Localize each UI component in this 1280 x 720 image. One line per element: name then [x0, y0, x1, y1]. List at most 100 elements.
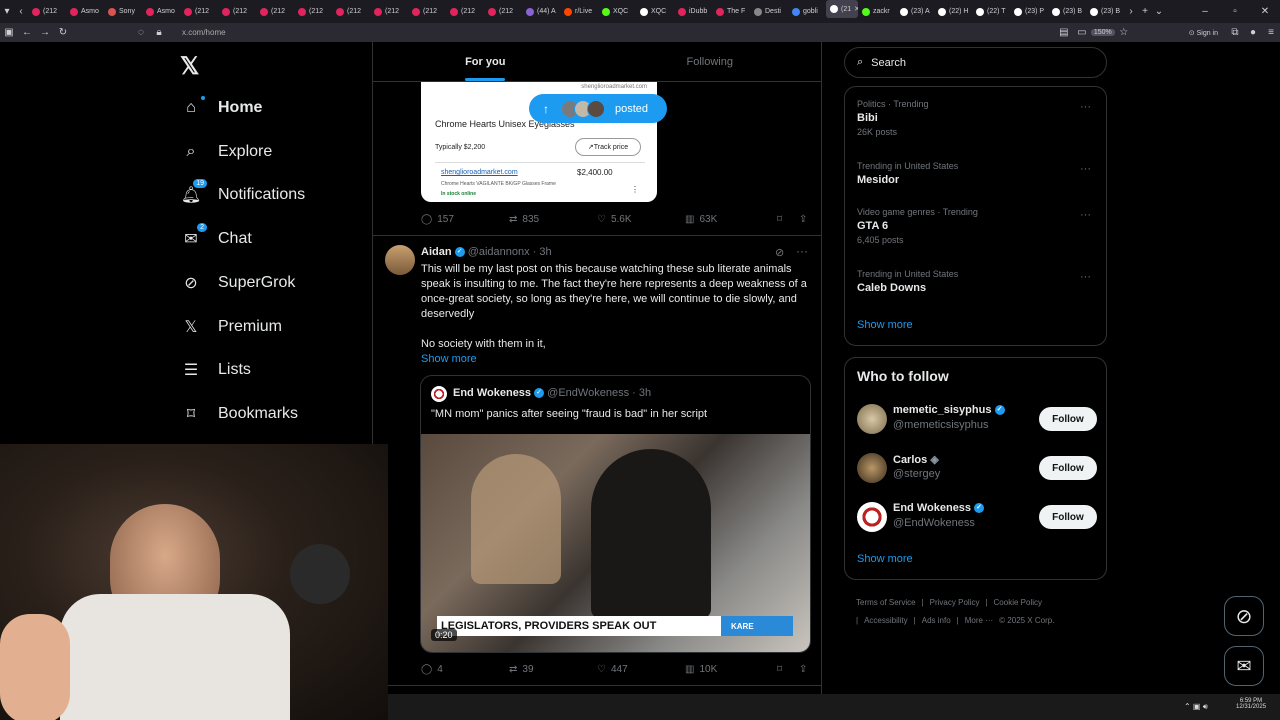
follow-button[interactable]: Follow [1039, 407, 1097, 431]
nav-item-bookmarks[interactable]: ⌑ Bookmarks [180, 403, 298, 425]
footer-link[interactable]: Privacy Policy [930, 598, 980, 607]
footer-link[interactable]: Cookie Policy [994, 598, 1042, 607]
browser-tab[interactable]: (212 [446, 0, 484, 23]
bookmark-button[interactable]: ⌑ [777, 214, 799, 225]
repost-button[interactable]: ⇄ 39 [509, 664, 597, 675]
browser-tab[interactable]: (212 [332, 0, 370, 23]
browser-tab[interactable]: (212 [28, 0, 66, 23]
browser-tab[interactable]: (212 [180, 0, 218, 23]
more-options-icon[interactable]: ··· [1080, 209, 1091, 221]
trend-item[interactable]: Trending in United States Caleb Downs ··· [857, 269, 1097, 294]
views-button[interactable]: ▥ 10K [685, 664, 777, 675]
follow-suggestion[interactable]: Carlos ◈ @stergey Follow [857, 451, 1097, 485]
follow-suggestion[interactable]: End Wokeness ✓ @EndWokeness Follow [857, 500, 1097, 534]
browser-tab[interactable]: (23) A [896, 0, 934, 23]
footer-link[interactable]: Terms of Service [856, 598, 916, 607]
tray-icons[interactable]: ⌃ ▣ 🔊︎ [1184, 702, 1208, 712]
shop-site-link[interactable]: shenglioroadmarket.com [441, 169, 518, 176]
author-handle[interactable]: @aidannonx [468, 246, 530, 258]
sidebar-toggle-icon[interactable]: ▣ [0, 27, 18, 38]
zoom-level[interactable]: 150% [1090, 29, 1115, 36]
share-button[interactable]: ⇪ [799, 214, 807, 225]
share-button[interactable]: ⇪ [799, 664, 807, 675]
minimize-icon[interactable]: – [1190, 0, 1220, 23]
reply-button[interactable]: ◯ 157 [421, 214, 509, 225]
menu-icon[interactable]: ≡ [1262, 27, 1280, 38]
more-options-icon[interactable]: ··· [1080, 101, 1091, 113]
account-name[interactable]: memetic_sisyphus ✓ [893, 404, 1005, 416]
new-posts-pill[interactable]: ↑ posted [529, 94, 667, 123]
account-name[interactable]: Carlos ◈ [893, 453, 939, 466]
browser-tab[interactable]: Asmo [66, 0, 104, 23]
browser-tab[interactable]: (23) B [1048, 0, 1086, 23]
browser-tab[interactable]: (212 [218, 0, 256, 23]
footer-link[interactable]: Accessibility [864, 616, 908, 625]
bookmark-star-icon[interactable]: ☆ [1115, 27, 1133, 38]
browser-tab[interactable]: (23) B [1086, 0, 1124, 23]
who-to-follow-show-more[interactable]: Show more [857, 553, 913, 565]
avatar[interactable] [857, 404, 887, 434]
close-window-icon[interactable]: ✕ [1250, 0, 1280, 23]
show-more-link[interactable]: Show more [421, 352, 477, 367]
browser-tab[interactable]: (44) A [522, 0, 560, 23]
nav-item-supergrok[interactable]: ⊘ SuperGrok [180, 272, 295, 294]
trends-show-more[interactable]: Show more [857, 319, 913, 331]
browser-tab[interactable]: Sony [104, 0, 142, 23]
footer-link[interactable]: More ··· [965, 616, 993, 625]
x-logo-icon[interactable]: 𝕏 [180, 52, 199, 81]
nav-item-home[interactable]: ⌂ Home [180, 95, 262, 119]
browser-tab[interactable]: (212 [294, 0, 332, 23]
browser-tab[interactable]: (22) T [972, 0, 1010, 23]
nav-item-premium[interactable]: 𝕏 Premium [180, 316, 282, 338]
maximize-icon[interactable]: ▫ [1220, 0, 1250, 23]
browser-tab[interactable]: The F [712, 0, 750, 23]
follow-button[interactable]: Follow [1039, 505, 1097, 529]
scroll-right-icon[interactable]: › [1124, 0, 1138, 23]
bookmark-button[interactable]: ⌑ [777, 664, 799, 675]
footer-link[interactable]: Ads info [922, 616, 951, 625]
grok-float-button[interactable]: ⊘ [1224, 596, 1264, 636]
browser-tab[interactable]: (23) P [1010, 0, 1048, 23]
browser-tab[interactable]: XQC [598, 0, 636, 23]
grok-icon[interactable]: ⊘ [775, 246, 784, 259]
video-player[interactable]: LEGISLATORS, PROVIDERS SPEAK OUT KARE 0:… [421, 434, 810, 652]
clock[interactable]: 6:59 PM 12/31/2025 [1236, 698, 1266, 710]
browser-tab[interactable]: (212 [370, 0, 408, 23]
extension-icon[interactable]: ● [1244, 27, 1262, 38]
follow-suggestion[interactable]: memetic_sisyphus ✓ @memeticsisyphus Follow [857, 402, 1097, 436]
browser-tab[interactable]: (212 [408, 0, 446, 23]
account-name[interactable]: End Wokeness ✓ [893, 502, 985, 514]
url-text[interactable]: x.com/home [182, 28, 226, 37]
trend-item[interactable]: Trending in United States Mesidor ··· [857, 161, 1097, 186]
tweet-time[interactable]: · 3h [533, 246, 552, 258]
new-tab-icon[interactable]: + [1138, 0, 1152, 23]
browser-tab[interactable]: iDubb [674, 0, 712, 23]
trend-item[interactable]: Video game genres · Trending GTA 6 6,405 p… [857, 207, 1097, 245]
browser-tab[interactable]: (21 ✕ [826, 0, 858, 18]
browser-tab[interactable]: (22) H [934, 0, 972, 23]
nav-item-notifications[interactable]: 🔔︎ 19 Notifications [180, 178, 305, 206]
author-name[interactable]: Aidan [421, 246, 452, 258]
shield-icon[interactable]: ◌ [132, 27, 150, 38]
browser-tab[interactable]: (212 [256, 0, 294, 23]
back-icon[interactable]: ← [18, 27, 36, 38]
messages-float-button[interactable]: ✉ [1224, 646, 1264, 686]
reader-icon[interactable]: ▤ [1055, 27, 1073, 38]
avatar[interactable] [857, 502, 887, 532]
tab-overflow-icon[interactable]: ⌄ [1152, 0, 1166, 23]
reply-button[interactable]: ◯ 4 [421, 664, 509, 675]
more-options-icon[interactable]: ··· [1080, 271, 1091, 283]
sign-in-button[interactable]: ⊙ Sign in [1189, 29, 1218, 37]
more-options-icon[interactable]: ··· [1080, 163, 1091, 175]
browser-tab[interactable]: gobli [788, 0, 826, 23]
reload-icon[interactable]: ↻ [54, 27, 72, 38]
quoted-tweet[interactable]: End Wokeness ✓ @EndWokeness · 3h "MN mom… [420, 375, 811, 653]
browser-tab[interactable]: r/Live [560, 0, 598, 23]
nav-item-chat[interactable]: ✉ 2 Chat [180, 222, 252, 250]
avatar[interactable] [857, 453, 887, 483]
more-icon[interactable]: ⋮ [631, 185, 639, 194]
trend-item[interactable]: Politics · Trending Bibi 26K posts ··· [857, 99, 1097, 137]
extensions-icon[interactable]: ⧉ [1226, 27, 1244, 38]
forward-icon[interactable]: → [36, 27, 54, 38]
pip-icon[interactable]: ▭ [1073, 27, 1091, 38]
